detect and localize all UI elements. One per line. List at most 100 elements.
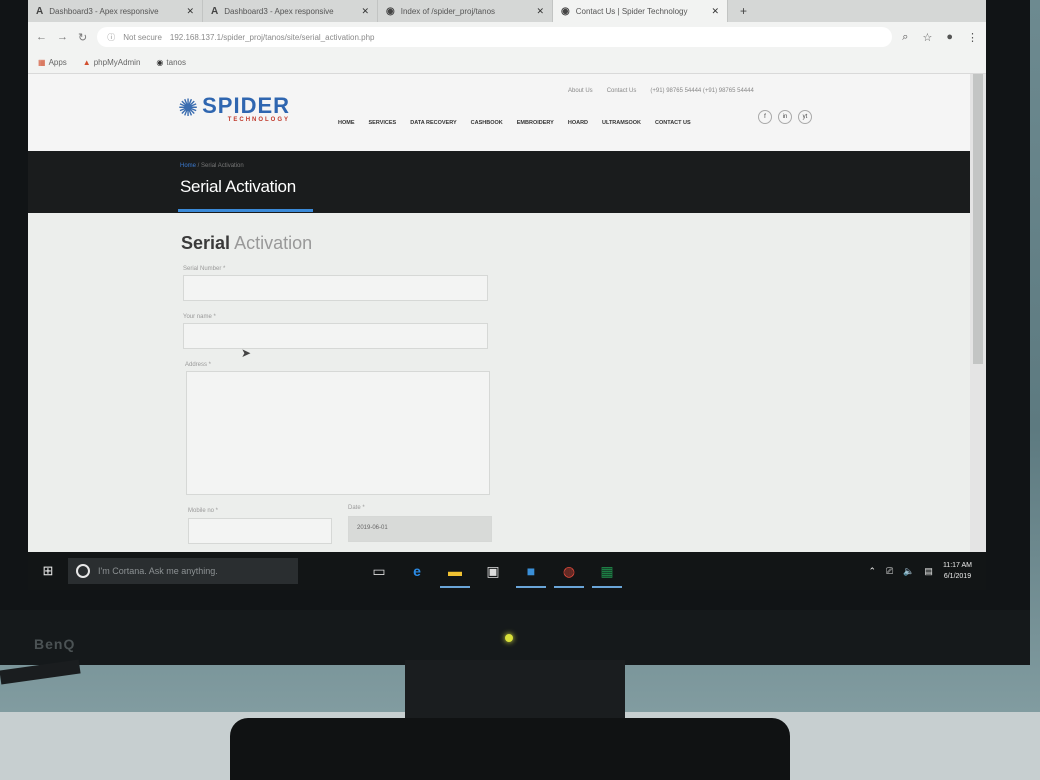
form-section: Serial Activation Serial Number * Your n… bbox=[28, 213, 970, 562]
nav-services[interactable]: SERVICES bbox=[369, 120, 397, 126]
close-tab-icon[interactable]: ✕ bbox=[361, 6, 369, 17]
top-phone-numbers: (+91) 98765 54444 (+91) 98765 54444 bbox=[650, 88, 754, 94]
chrome-icon[interactable]: ◍ bbox=[554, 560, 584, 588]
close-tab-icon[interactable]: ✕ bbox=[536, 6, 544, 17]
clock[interactable]: 11:17 AM 6/1/2019 bbox=[943, 560, 972, 582]
apps-grid-icon: ▦ bbox=[38, 58, 46, 67]
tab-title: Contact Us | Spider Technology bbox=[575, 6, 688, 16]
back-arrow-icon[interactable]: ← bbox=[36, 31, 47, 43]
cortana-search[interactable]: I'm Cortana. Ask me anything. bbox=[68, 558, 298, 584]
bookmark-phpmyadmin[interactable]: ▲ phpMyAdmin bbox=[83, 58, 141, 67]
your-name-label: Your name * bbox=[183, 314, 216, 320]
linkedin-icon[interactable]: in bbox=[778, 110, 792, 124]
globe-icon: ◉ bbox=[386, 5, 395, 17]
menu-kebab-icon[interactable]: ⋮ bbox=[967, 31, 978, 44]
security-label: Not secure bbox=[123, 32, 162, 42]
browser-tab-1[interactable]: A Dashboard3 - Apex responsive ✕ bbox=[28, 0, 203, 22]
address-textarea[interactable] bbox=[186, 371, 490, 495]
mouse-cursor-icon: ➤ bbox=[241, 346, 252, 360]
site-header: ✺ SPIDER TECHNOLOGY About Us Contact Us … bbox=[28, 74, 970, 151]
address-label: Address * bbox=[185, 362, 212, 368]
url-text: 192.168.137.1/spider_proj/tanos/site/ser… bbox=[169, 32, 375, 42]
top-link-contact[interactable]: Contact Us bbox=[607, 88, 637, 94]
url-input[interactable]: ⓘ Not secure 192.168.137.1/spider_proj/t… bbox=[97, 27, 893, 47]
nav-hoard[interactable]: HOARD bbox=[568, 120, 588, 126]
mobile-label: Mobile no * bbox=[188, 508, 219, 514]
system-tray: ⌃ ⎚ 🔈 ▤ 11:17 AM 6/1/2019 bbox=[868, 560, 986, 582]
bookmark-tanos[interactable]: ◉ tanos bbox=[156, 58, 186, 67]
serial-number-input[interactable] bbox=[183, 275, 488, 301]
address-bar-row: ← → ↻ ⓘ Not secure 192.168.137.1/spider_… bbox=[28, 22, 986, 52]
cortana-icon bbox=[76, 564, 90, 578]
screen: A Dashboard3 - Apex responsive ✕ A Dashb… bbox=[28, 0, 986, 590]
tab-title: Dashboard3 - Apex responsive bbox=[49, 6, 159, 16]
scrollbar-thumb[interactable] bbox=[973, 74, 983, 364]
store-icon[interactable]: ▣ bbox=[482, 560, 504, 582]
your-name-input[interactable] bbox=[183, 323, 488, 349]
nav-data-recovery[interactable]: DATA RECOVERY bbox=[410, 120, 456, 126]
reload-icon[interactable]: ↻ bbox=[78, 31, 87, 44]
nav-embroidery[interactable]: EMBROIDERY bbox=[517, 120, 554, 126]
excel-icon[interactable]: ▦ bbox=[592, 560, 622, 588]
form-heading: Serial Activation bbox=[181, 233, 312, 254]
windows-start-icon[interactable]: ⊞ bbox=[28, 563, 68, 579]
monitor-stand-base bbox=[230, 718, 790, 780]
tab-title: Dashboard3 - Apex responsive bbox=[224, 6, 334, 16]
tab-favicon: A bbox=[211, 5, 219, 17]
facebook-icon[interactable]: f bbox=[758, 110, 772, 124]
tab-bar: A Dashboard3 - Apex responsive ✕ A Dashb… bbox=[28, 0, 986, 22]
breadcrumb-current: Serial Activation bbox=[201, 163, 244, 169]
cortana-placeholder: I'm Cortana. Ask me anything. bbox=[98, 566, 218, 576]
top-link-about[interactable]: About Us bbox=[568, 88, 593, 94]
globe-icon: ◉ bbox=[156, 58, 164, 67]
bookmark-star-icon[interactable]: ☆ bbox=[922, 31, 932, 44]
site-logo[interactable]: ✺ SPIDER TECHNOLOGY bbox=[178, 94, 290, 123]
spider-icon: ✺ bbox=[178, 95, 199, 122]
nav-ultramsook[interactable]: ULTRAMSOOK bbox=[602, 120, 641, 126]
page-title: Serial Activation bbox=[180, 177, 296, 196]
task-view-icon[interactable]: ▭ bbox=[368, 560, 390, 582]
windows-taskbar: ⊞ I'm Cortana. Ask me anything. ▭ e ▬ ▣ … bbox=[28, 552, 986, 590]
tab-title: Index of /spider_proj/tanos bbox=[400, 6, 496, 16]
serial-number-label: Serial Number * bbox=[183, 266, 226, 272]
network-icon[interactable]: ⎚ bbox=[886, 566, 893, 577]
profile-icon[interactable]: ● bbox=[946, 31, 953, 44]
breadcrumb-home[interactable]: Home bbox=[180, 163, 196, 169]
power-led-icon bbox=[505, 634, 513, 642]
date-input[interactable]: 2019-06-01 bbox=[348, 516, 492, 542]
web-page: ✺ SPIDER TECHNOLOGY About Us Contact Us … bbox=[28, 74, 970, 562]
nav-cashbook[interactable]: CASHBOOK bbox=[471, 120, 503, 126]
chevron-up-icon[interactable]: ⌃ bbox=[868, 566, 876, 577]
notification-icon[interactable]: ▤ bbox=[924, 566, 933, 577]
top-links: About Us Contact Us (+91) 98765 54444 (+… bbox=[568, 88, 754, 94]
page-scrollbar[interactable] bbox=[970, 74, 986, 562]
main-nav: HOME SERVICES DATA RECOVERY CASHBOOK EMB… bbox=[338, 120, 691, 126]
date-label: Date * bbox=[348, 505, 365, 511]
clock-date: 6/1/2019 bbox=[943, 573, 972, 580]
file-explorer-icon[interactable]: ▬ bbox=[440, 560, 470, 588]
form-heading-bold: Serial bbox=[181, 233, 231, 253]
volume-icon[interactable]: 🔈 bbox=[903, 566, 914, 577]
new-tab-button[interactable]: + bbox=[728, 0, 759, 22]
tab-favicon: A bbox=[36, 5, 44, 17]
bookmarks-bar: ▦ Apps ▲ phpMyAdmin ◉ tanos bbox=[28, 52, 986, 74]
taskbar-apps: ▭ e ▬ ▣ ■ ◍ ▦ bbox=[368, 560, 622, 588]
zoom-icon[interactable]: ⌕ bbox=[902, 31, 908, 44]
mobile-input[interactable] bbox=[188, 518, 332, 544]
close-tab-icon[interactable]: ✕ bbox=[711, 6, 719, 17]
forward-arrow-icon[interactable]: → bbox=[57, 31, 68, 43]
bookmark-apps[interactable]: ▦ Apps bbox=[38, 58, 67, 67]
edge-icon[interactable]: e bbox=[406, 560, 428, 582]
browser-tab-4[interactable]: ◉ Contact Us | Spider Technology ✕ bbox=[553, 0, 728, 22]
info-icon[interactable]: ⓘ bbox=[107, 32, 115, 43]
app-icon[interactable]: ■ bbox=[516, 560, 546, 588]
date-value: 2019-06-01 bbox=[357, 525, 388, 531]
close-tab-icon[interactable]: ✕ bbox=[186, 6, 194, 17]
monitor-bezel bbox=[0, 610, 1030, 665]
social-links: f in yt bbox=[758, 110, 812, 124]
nav-home[interactable]: HOME bbox=[338, 120, 355, 126]
browser-tab-2[interactable]: A Dashboard3 - Apex responsive ✕ bbox=[203, 0, 378, 22]
nav-contact-us[interactable]: CONTACT US bbox=[655, 120, 691, 126]
browser-tab-3[interactable]: ◉ Index of /spider_proj/tanos ✕ bbox=[378, 0, 553, 22]
youtube-icon[interactable]: yt bbox=[798, 110, 812, 124]
